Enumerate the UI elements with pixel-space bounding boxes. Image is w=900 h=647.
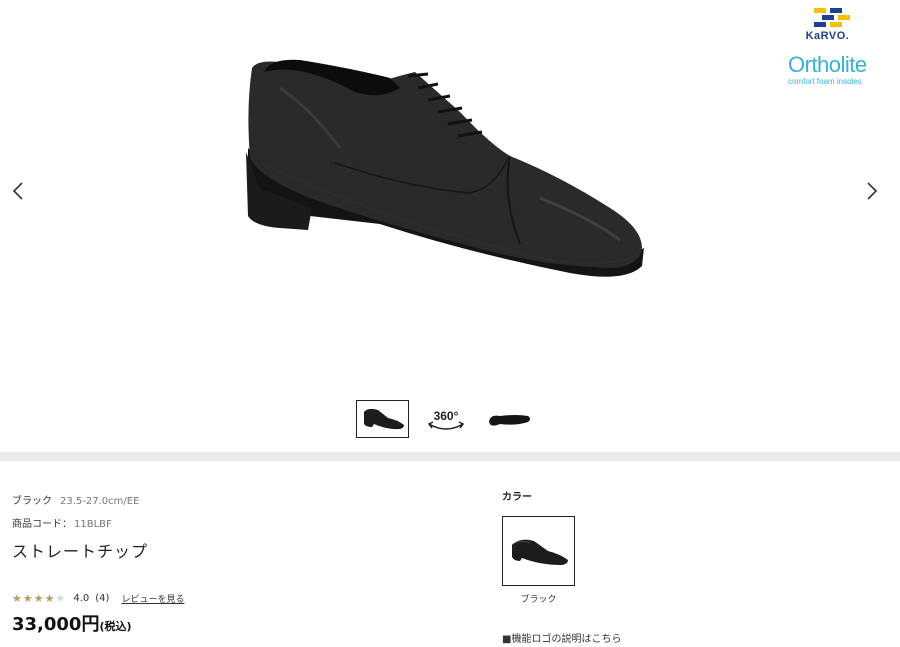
section-divider [0,452,900,461]
star-filled-icon: ★ [22,592,33,605]
product-price: 33,000円(税込) [12,610,132,636]
thumbnail-side-view[interactable] [356,400,409,438]
star-filled-icon: ★ [44,592,55,605]
product-code-label: 商品コード： [12,519,72,530]
rating-score: 4.0 [73,593,90,604]
brand-logos: KaRVO. Ortholite comfort foam insoles [780,4,890,94]
thumbnail-360-view[interactable]: 360° [419,400,472,438]
color-size-line: ブラック 23.5-27.0cm/EE [12,492,139,507]
function-logo-link[interactable]: ■機能ロゴの説明はこちら [502,630,621,645]
view-reviews-link[interactable]: レビューを見る [121,592,184,605]
product-size-range: 23.5-27.0cm/EE [60,496,140,507]
product-name: ストレートチップ [12,542,149,561]
product-gallery: KaRVO. Ortholite comfort foam insoles 36… [0,0,900,452]
product-color: ブラック [12,496,52,507]
ortholite-tagline: comfort foam insoles [788,77,862,86]
thumbnail-sole-view[interactable] [482,400,535,438]
product-code-line: 商品コード： 11BLBF [12,515,112,530]
rating-count: (4) [95,593,110,604]
chevron-left-icon[interactable] [6,176,30,206]
karvo-logo-text: KaRVO. [805,30,850,42]
color-heading: カラー [502,492,532,503]
star-filled-icon: ★ [12,592,22,605]
rating-stars: ★ ★ ★ ★ ★ [12,593,65,604]
ortholite-logo: Ortholite [788,52,867,77]
star-empty-icon: ★ [55,592,66,605]
color-swatch-black[interactable] [502,516,575,586]
thumbnail-strip: 360° [356,400,535,438]
tax-note: (税込) [99,620,132,633]
product-code: 11BLBF [74,519,112,530]
star-filled-icon: ★ [33,592,44,605]
color-selector: カラー ブラック ■機能ロゴの説明はこちら [502,488,882,645]
price-value: 33,000円 [12,614,100,635]
main-product-image [246,59,644,277]
chevron-right-icon[interactable] [860,176,884,206]
product-rating: ★ ★ ★ ★ ★ 4.0 (4) レビューを見る [12,592,184,605]
color-swatch-label: ブラック [520,595,557,605]
thumbnail-360-label: 360° [433,409,458,423]
